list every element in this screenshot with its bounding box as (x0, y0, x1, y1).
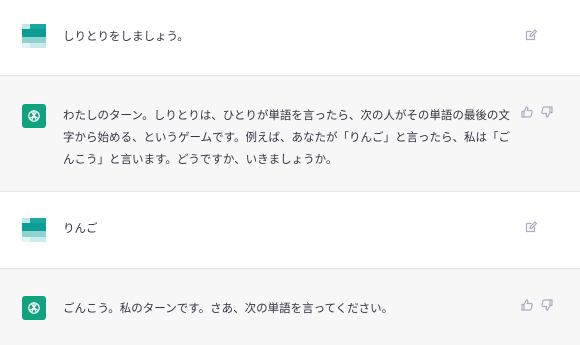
assistant-message: ごんこう。私のターンです。さあ、次の単語を言ってください。 (0, 269, 580, 345)
message-text: ごんこう。私のターンです。さあ、次の単語を言ってください。 (63, 301, 394, 315)
thumbs-down-icon[interactable] (540, 298, 554, 312)
assistant-avatar (22, 296, 46, 320)
user-avatar (22, 24, 46, 48)
message-actions (524, 28, 538, 42)
message-actions (520, 105, 554, 119)
openai-logo-icon (28, 302, 40, 314)
thumbs-up-icon[interactable] (520, 298, 534, 312)
user-message: しりとりをしましょう。 (0, 0, 580, 76)
message-actions (520, 298, 554, 312)
message-text: りんご (63, 221, 98, 235)
openai-logo-icon (28, 110, 40, 122)
message-actions (524, 220, 538, 234)
user-avatar (22, 218, 46, 242)
edit-icon[interactable] (524, 28, 538, 42)
conversation-thread: しりとりをしましょう。 わたしのターン。しりとりは、ひとりが単語を言ったら、次の… (0, 0, 580, 345)
message-text: わたしのターン。しりとりは、ひとりが単語を言ったら、次の人がその単語の最後の文字… (63, 108, 511, 166)
user-message: りんご (0, 192, 580, 269)
assistant-message: わたしのターン。しりとりは、ひとりが単語を言ったら、次の人がその単語の最後の文字… (0, 76, 580, 192)
thumbs-up-icon[interactable] (520, 105, 534, 119)
message-text: しりとりをしましょう。 (63, 29, 189, 43)
thumbs-down-icon[interactable] (540, 105, 554, 119)
edit-icon[interactable] (524, 220, 538, 234)
assistant-avatar (22, 104, 46, 128)
